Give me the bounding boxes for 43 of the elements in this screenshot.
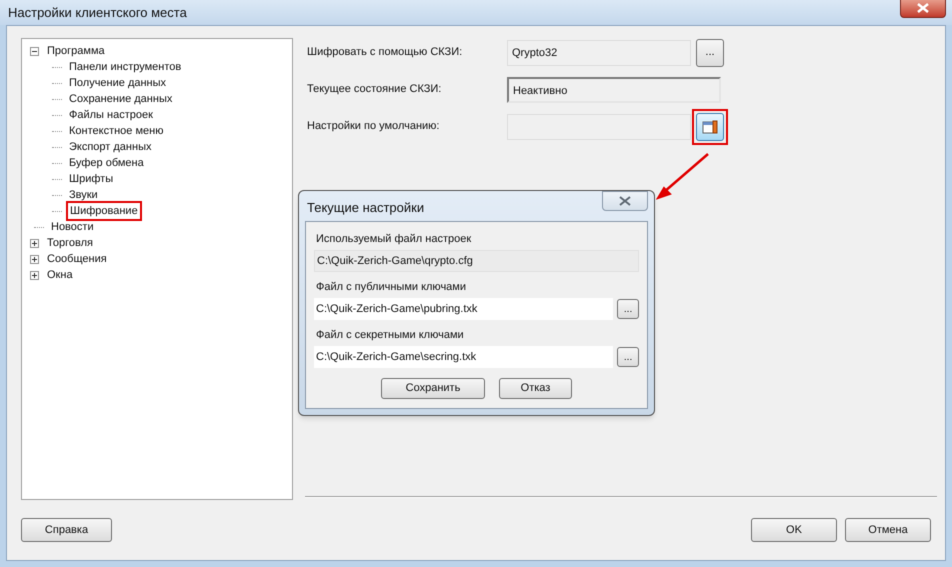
dialog-button[interactable]: Отмена xyxy=(845,518,931,542)
field-label: Текущее состояние СКЗИ: xyxy=(307,82,442,98)
field-label: Используемый файл настроек xyxy=(316,232,472,247)
tree-item[interactable]: Панели инструментов xyxy=(66,58,184,76)
tree-item[interactable]: Торговля xyxy=(44,234,96,252)
field-label: Настройки по умолчанию: xyxy=(307,119,440,134)
input-field[interactable]: C:\Quik-Zerich-Game\pubring.txk xyxy=(314,298,614,320)
browse-button[interactable]: ... xyxy=(617,347,639,367)
field-label: Файл с секретными ключами xyxy=(316,328,465,343)
expand-icon[interactable] xyxy=(30,254,39,264)
dialog-button[interactable]: Отказ xyxy=(499,378,572,399)
dialog-button[interactable]: OK xyxy=(751,518,837,542)
browse-button[interactable]: ... xyxy=(617,299,639,319)
input-field[interactable]: C:\Quik-Zerich-Game\secring.txk xyxy=(314,346,614,368)
input-field: Qrypto32 xyxy=(507,40,691,66)
tree-item[interactable]: Получение данных xyxy=(66,74,170,92)
tree-item[interactable]: Контекстное меню xyxy=(66,122,166,140)
tree-item[interactable]: Программа xyxy=(44,42,108,60)
expand-icon[interactable] xyxy=(30,238,39,248)
tree-item[interactable]: Буфер обмена xyxy=(66,154,147,172)
field-label: Файл с публичными ключами xyxy=(316,280,467,295)
tree-item[interactable]: Шифрование xyxy=(66,200,142,222)
input-field: Неактивно xyxy=(507,76,721,102)
tree-item[interactable]: Окна xyxy=(44,266,76,284)
input-field: C:\Quik-Zerich-Game\qrypto.cfg xyxy=(314,250,639,272)
tree-item[interactable]: Файлы настроек xyxy=(66,106,156,124)
browse-button[interactable]: ... xyxy=(696,38,724,66)
tree-item[interactable]: Экспорт данных xyxy=(66,138,154,156)
close-icon xyxy=(619,196,631,206)
close-icon xyxy=(917,2,929,12)
close-button[interactable] xyxy=(602,191,648,211)
dialog-title: Текущие настройки xyxy=(307,199,424,218)
field-label: Шифровать с помощью СКЗИ: xyxy=(307,45,464,60)
window-title: Настройки клиентского места xyxy=(8,4,187,22)
dialog-button[interactable]: Сохранить xyxy=(381,378,485,399)
expand-icon[interactable] xyxy=(30,270,39,280)
collapse-icon[interactable] xyxy=(30,46,39,56)
tree-item[interactable]: Шрифты xyxy=(66,170,116,188)
tree-item[interactable]: Сообщения xyxy=(44,250,110,268)
window-settings-icon xyxy=(702,120,718,134)
close-button[interactable] xyxy=(900,0,946,18)
tree-item[interactable]: Сохранение данных xyxy=(66,90,176,108)
help-button[interactable]: Справка xyxy=(21,518,112,542)
